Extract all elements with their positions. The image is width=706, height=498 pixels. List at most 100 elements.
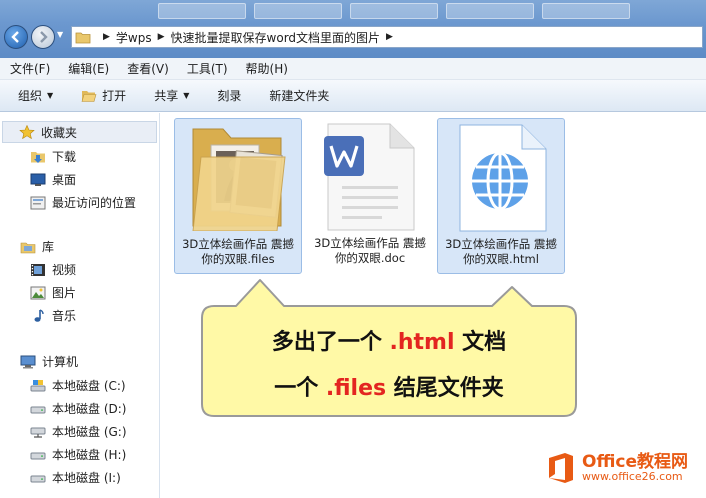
menu-edit[interactable]: 编辑(E) [68, 60, 109, 77]
hard-drive-icon [30, 475, 46, 482]
office26-logo: Office教程网 www.office26.com [546, 452, 688, 484]
breadcrumb: ▶ 学wps ▶ 快速批量提取保存word文档里面的图片 ▶ [97, 29, 399, 46]
nav-recent-places[interactable]: 最近访问的位置 [30, 194, 136, 211]
breadcrumb-item[interactable]: 快速批量提取保存word文档里面的图片 [171, 29, 381, 46]
nav-videos-label: 视频 [52, 263, 77, 277]
nav-drive-h-label: 本地磁盘 (H:) [52, 448, 127, 462]
nav-music-label: 音乐 [52, 309, 77, 323]
nav-downloads[interactable]: 下载 [30, 148, 76, 165]
nav-computer[interactable]: 计算机 [20, 353, 78, 370]
burn-button[interactable]: 刻录 [217, 87, 241, 104]
star-icon [19, 125, 35, 139]
nav-drive-i-label: 本地磁盘 (I:) [52, 471, 121, 485]
nav-desktop[interactable]: 桌面 [30, 171, 76, 188]
file-item-html[interactable]: 3D立体绘画作品 震撼 你的双眼.html [437, 118, 565, 274]
callout-highlight: .files [325, 376, 387, 401]
file-item-doc[interactable]: 3D立体绘画作品 震撼 你的双眼.doc [306, 118, 434, 274]
callout-text: 一个 [274, 376, 326, 401]
chevron-down-icon: ▼ [183, 91, 190, 100]
background-window-tab [254, 3, 342, 19]
logo-url: www.office26.com [582, 470, 683, 483]
burn-label: 刻录 [217, 89, 242, 103]
logo-name: Office教程网 [582, 452, 689, 472]
background-window-tab [542, 3, 630, 19]
nav-drive-c-label: 本地磁盘 (C:) [52, 379, 126, 393]
open-button[interactable]: 打开 [81, 87, 126, 104]
file-item-files-folder[interactable]: 3D立体绘画作品 震撼 你的双眼.files [174, 118, 302, 274]
nav-drive-c[interactable]: 本地磁盘 (C:) [30, 377, 126, 394]
breadcrumb-item[interactable]: 学wps [116, 29, 152, 46]
open-label: 打开 [102, 89, 127, 103]
history-dropdown-icon[interactable]: ▼ [57, 30, 67, 44]
callout-text: 结尾文件夹 [386, 376, 504, 401]
nav-drive-h[interactable]: 本地磁盘 (H:) [30, 446, 126, 463]
background-window-tab [158, 3, 246, 19]
desktop-icon [30, 173, 46, 186]
picture-icon [30, 286, 46, 299]
nav-computer-label: 计算机 [42, 355, 79, 369]
office-logo-icon [549, 453, 573, 483]
nav-music[interactable]: 音乐 [30, 307, 76, 324]
nav-drive-g-label: 本地磁盘 (G:) [52, 425, 127, 439]
nav-libraries-label: 库 [42, 240, 55, 254]
organize-button[interactable]: 组织 ▼ [18, 87, 53, 104]
callout-line-1: 多出了一个 .html 文档 [204, 324, 574, 356]
recent-places-icon [30, 196, 46, 209]
file-name-line1: 3D立体绘画作品 震撼 [314, 236, 426, 250]
command-bar: 组织 ▼ 打开 共享 ▼ 刻录 新建文件夹 [0, 80, 706, 112]
callout-text: 多出了一个 [271, 330, 390, 355]
arrow-right-icon [40, 31, 48, 43]
new-folder-label: 新建文件夹 [269, 89, 330, 103]
nav-videos[interactable]: 视频 [30, 261, 76, 278]
file-name-line1: 3D立体绘画作品 震撼 [182, 237, 294, 251]
menu-bar: 文件(F) 编辑(E) 查看(V) 工具(T) 帮助(H) [0, 58, 706, 80]
downloads-folder-icon [31, 151, 45, 163]
folder-icon [75, 32, 91, 43]
callout-highlight: .html [389, 330, 455, 355]
libraries-icon [20, 242, 36, 253]
new-folder-button[interactable]: 新建文件夹 [269, 87, 329, 104]
chevron-right-icon[interactable]: ▶ [103, 32, 110, 42]
arrow-left-icon [11, 31, 19, 43]
forward-button[interactable] [31, 25, 55, 49]
nav-drive-d[interactable]: 本地磁盘 (D:) [30, 400, 126, 417]
callout-text: 文档 [454, 330, 507, 355]
folder-icon [192, 128, 286, 231]
background-window-tab [446, 3, 534, 19]
background-windows [150, 0, 706, 20]
menu-view[interactable]: 查看(V) [127, 60, 169, 77]
chevron-right-icon[interactable]: ▶ [158, 32, 165, 42]
menu-file[interactable]: 文件(F) [10, 60, 50, 77]
nav-pictures[interactable]: 图片 [30, 284, 76, 301]
open-folder-icon [81, 90, 97, 102]
menu-tools[interactable]: 工具(T) [187, 60, 228, 77]
file-name-line2: 你的双眼.doc [334, 251, 406, 265]
nav-drive-i[interactable]: 本地磁盘 (I:) [30, 469, 121, 486]
nav-libraries[interactable]: 库 [20, 238, 54, 255]
network-drive-icon [30, 427, 46, 438]
navigation-pane: 收藏夹 下载 桌面 最近访问的位置 库 视频 图片 音乐 计算机 本地磁盘 (C… [0, 113, 160, 498]
organize-label: 组织 [18, 89, 43, 103]
nav-pictures-label: 图片 [52, 286, 77, 300]
system-drive-icon [30, 379, 46, 391]
nav-recent-places-label: 最近访问的位置 [52, 196, 137, 210]
computer-icon [20, 355, 36, 368]
menu-help[interactable]: 帮助(H) [246, 60, 288, 77]
hard-drive-icon [30, 452, 46, 459]
nav-drive-g[interactable]: 本地磁盘 (G:) [30, 423, 127, 440]
back-button[interactable] [4, 25, 28, 49]
wps-writer-document-icon [324, 123, 415, 231]
share-button[interactable]: 共享 ▼ [154, 87, 189, 104]
file-name-line1: 3D立体绘画作品 震撼 [445, 237, 557, 251]
file-name-line2: 你的双眼.files [201, 252, 275, 266]
film-icon [31, 263, 45, 276]
address-bar[interactable]: ▶ 学wps ▶ 快速批量提取保存word文档里面的图片 ▶ [71, 26, 703, 48]
nav-downloads-label: 下载 [52, 150, 77, 164]
hard-drive-icon [30, 406, 46, 413]
file-name-line2: 你的双眼.html [463, 252, 539, 266]
nav-favorites[interactable]: 收藏夹 [2, 121, 157, 143]
chevron-down-icon: ▼ [47, 91, 54, 100]
music-note-icon [34, 308, 44, 322]
chevron-right-icon[interactable]: ▶ [386, 32, 393, 42]
nav-drive-d-label: 本地磁盘 (D:) [52, 402, 127, 416]
